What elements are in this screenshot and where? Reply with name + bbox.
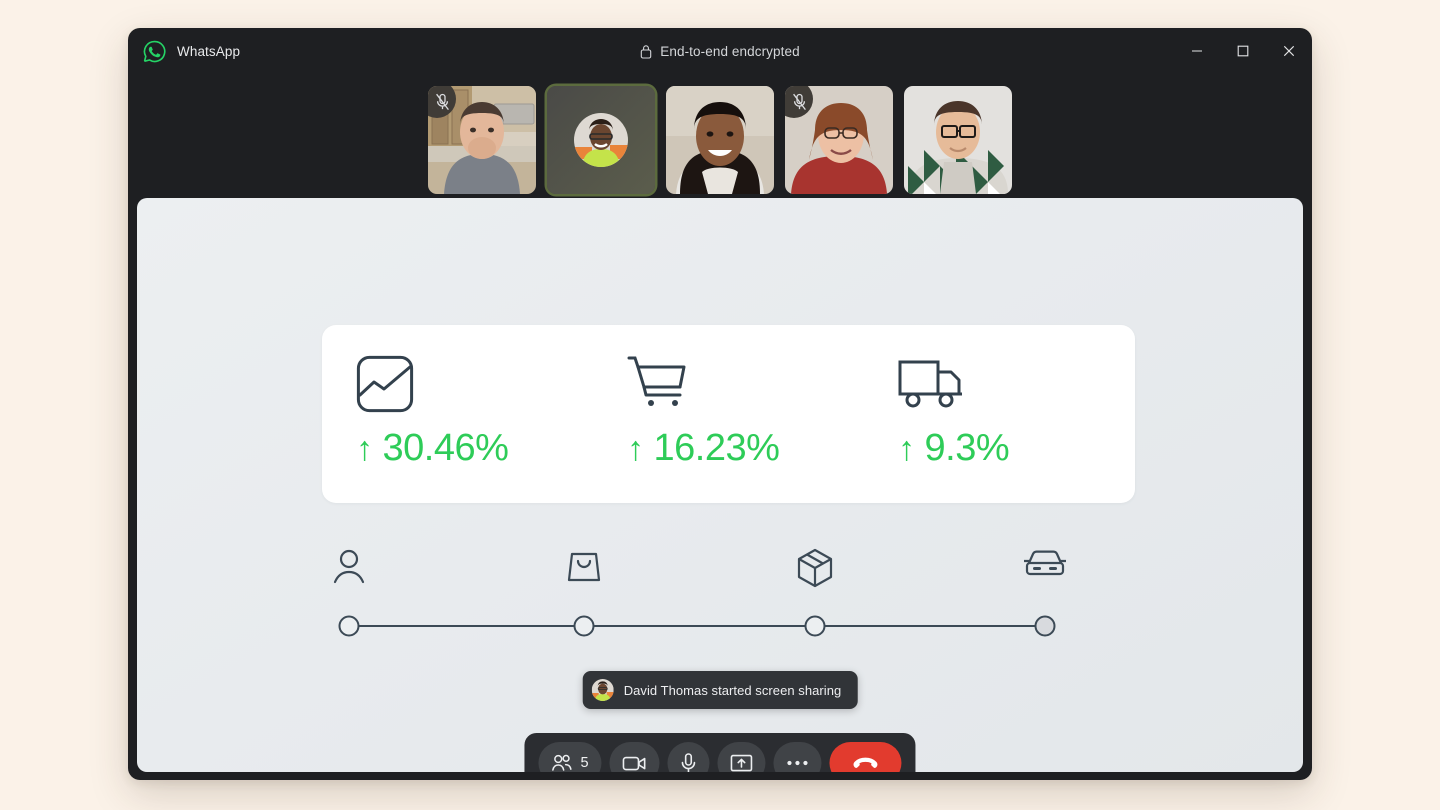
shopping-cart-icon <box>627 353 689 415</box>
end-call-button[interactable] <box>829 742 902 772</box>
participant-tile[interactable] <box>428 86 536 194</box>
camera-button[interactable] <box>609 742 660 772</box>
microphone-button[interactable] <box>667 742 710 772</box>
participant-thumbnail-strip <box>128 74 1312 206</box>
title-bar-brand: WhatsApp <box>128 40 428 63</box>
window-controls <box>1012 28 1312 74</box>
stepper-track <box>349 625 1055 627</box>
encryption-status: End-to-end endcrypted <box>428 44 1012 59</box>
participant-tile[interactable] <box>785 86 893 194</box>
stat-item: ↑ 9.3% <box>864 325 1135 503</box>
person-icon <box>333 548 365 586</box>
package-box-icon <box>796 548 834 588</box>
whatsapp-logo-icon <box>143 40 166 63</box>
lock-icon <box>640 44 652 59</box>
stats-card: ↑ 30.46% ↑ 16.23% ↑ 9.3% <box>322 325 1135 503</box>
participant-tile[interactable] <box>904 86 1012 194</box>
screen-share-toast: David Thomas started screen sharing <box>582 671 858 709</box>
shopping-bag-icon <box>567 548 601 584</box>
delivery-truck-icon <box>898 353 968 415</box>
microphone-icon <box>681 752 696 772</box>
stepper-dot[interactable] <box>1034 615 1056 637</box>
car-icon <box>1024 548 1066 580</box>
stat-item: ↑ 16.23% <box>593 325 864 503</box>
chart-image-icon <box>356 353 414 415</box>
app-title: WhatsApp <box>177 43 241 59</box>
stat-percent: 16.23% <box>653 427 780 469</box>
participants-button[interactable]: 5 <box>538 742 602 772</box>
minimize-button[interactable] <box>1174 28 1220 74</box>
stat-value: ↑ 16.23% <box>627 427 780 469</box>
stepper-icon-row <box>322 548 1135 596</box>
encryption-label: End-to-end endcrypted <box>660 43 800 59</box>
stepper-dot[interactable] <box>338 615 360 637</box>
participant-count: 5 <box>580 755 589 771</box>
share-screen-button[interactable] <box>717 742 766 772</box>
more-horizontal-icon <box>787 760 808 766</box>
whatsapp-call-window: WhatsApp End-to-end endcrypted ↑ 30.46% … <box>128 28 1312 780</box>
arrow-up-icon: ↑ <box>627 430 644 468</box>
avatar <box>574 113 628 167</box>
avatar <box>591 679 614 701</box>
call-control-bar: 5 <box>524 733 916 772</box>
toast-message: David Thomas started screen sharing <box>623 682 842 698</box>
video-camera-icon <box>622 756 646 770</box>
stat-item: ↑ 30.46% <box>322 325 593 503</box>
shared-screen-content: ↑ 30.46% ↑ 16.23% ↑ 9.3% David Thomas st… <box>137 198 1303 772</box>
maximize-button[interactable] <box>1220 28 1266 74</box>
share-screen-icon <box>730 754 753 772</box>
stat-percent: 30.46% <box>382 427 509 469</box>
stepper-dot[interactable] <box>804 615 826 637</box>
more-options-button[interactable] <box>773 742 822 772</box>
title-bar: WhatsApp End-to-end endcrypted <box>128 28 1312 74</box>
progress-stepper <box>322 548 1135 653</box>
close-button[interactable] <box>1266 28 1312 74</box>
participant-tile[interactable] <box>666 86 774 194</box>
stepper-dot[interactable] <box>573 615 595 637</box>
participant-tile[interactable] <box>547 86 655 194</box>
arrow-up-icon: ↑ <box>356 430 373 468</box>
people-icon <box>552 754 572 771</box>
hangup-phone-icon <box>853 757 878 768</box>
arrow-up-icon: ↑ <box>898 430 915 468</box>
stat-percent: 9.3% <box>924 427 1010 469</box>
stat-value: ↑ 30.46% <box>356 427 509 469</box>
stat-value: ↑ 9.3% <box>898 427 1010 469</box>
